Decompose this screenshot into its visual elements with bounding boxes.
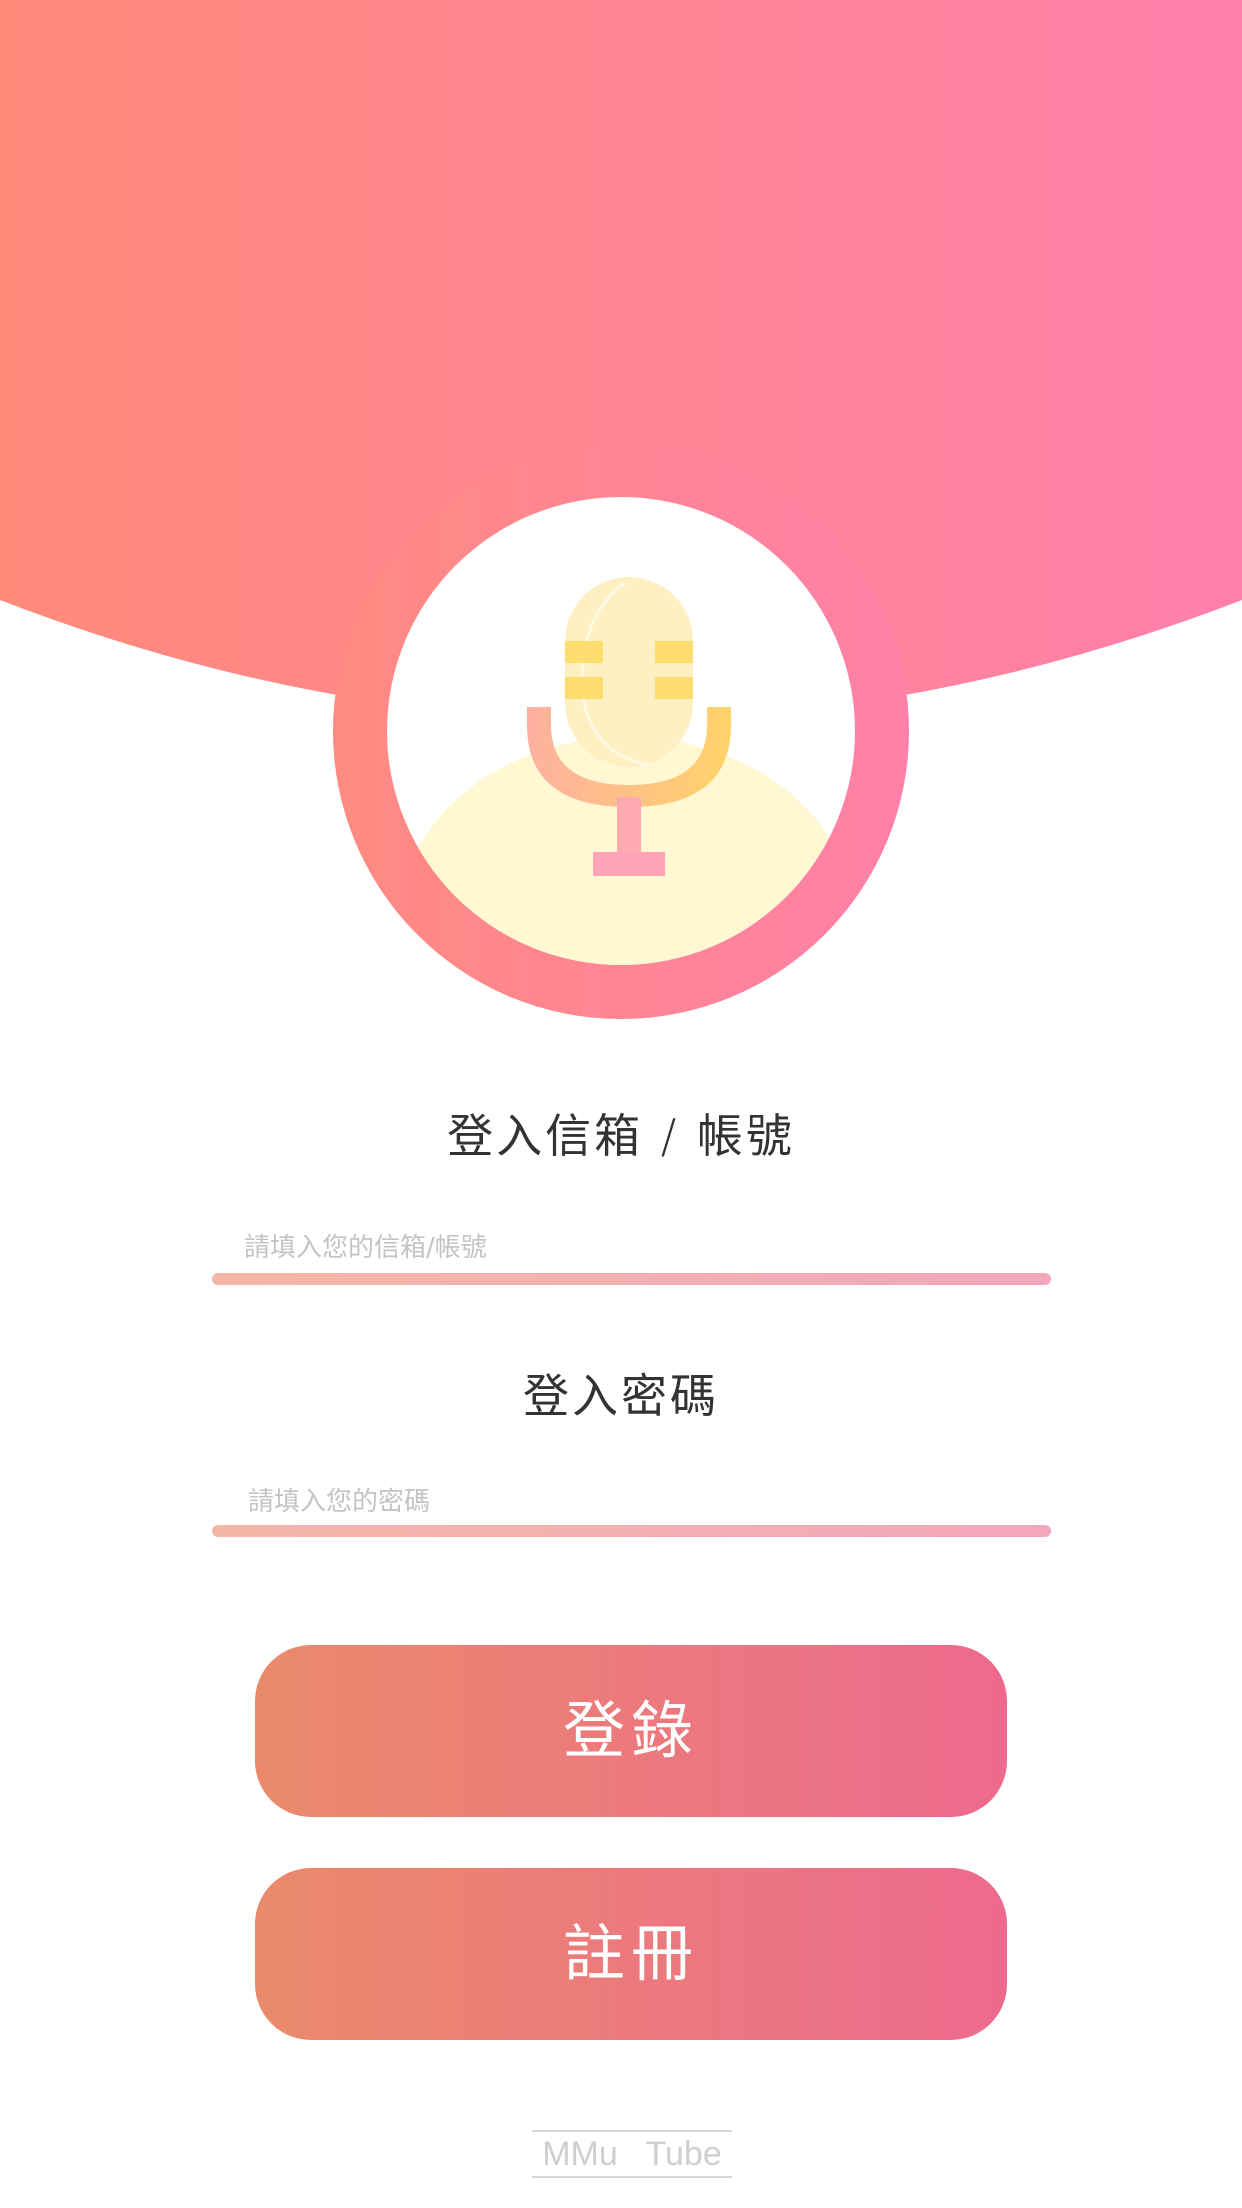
email-underline — [212, 1273, 1051, 1285]
login-button[interactable]: 登錄 — [255, 1645, 1007, 1817]
login-screen: 登入信箱 / 帳號 登入密碼 登錄 註冊 MMu Tube — [0, 0, 1242, 2208]
password-field[interactable] — [232, 1478, 1032, 1526]
register-button[interactable]: 註冊 — [255, 1868, 1007, 2040]
email-label: 登入信箱 / 帳號 — [447, 1109, 795, 1163]
footer-brand: MMu Tube — [532, 2130, 732, 2178]
microphone-icon — [397, 577, 855, 965]
app-logo — [387, 497, 855, 965]
password-label: 登入密碼 — [523, 1369, 719, 1423]
password-underline — [212, 1525, 1051, 1537]
email-field[interactable] — [228, 1224, 1028, 1272]
